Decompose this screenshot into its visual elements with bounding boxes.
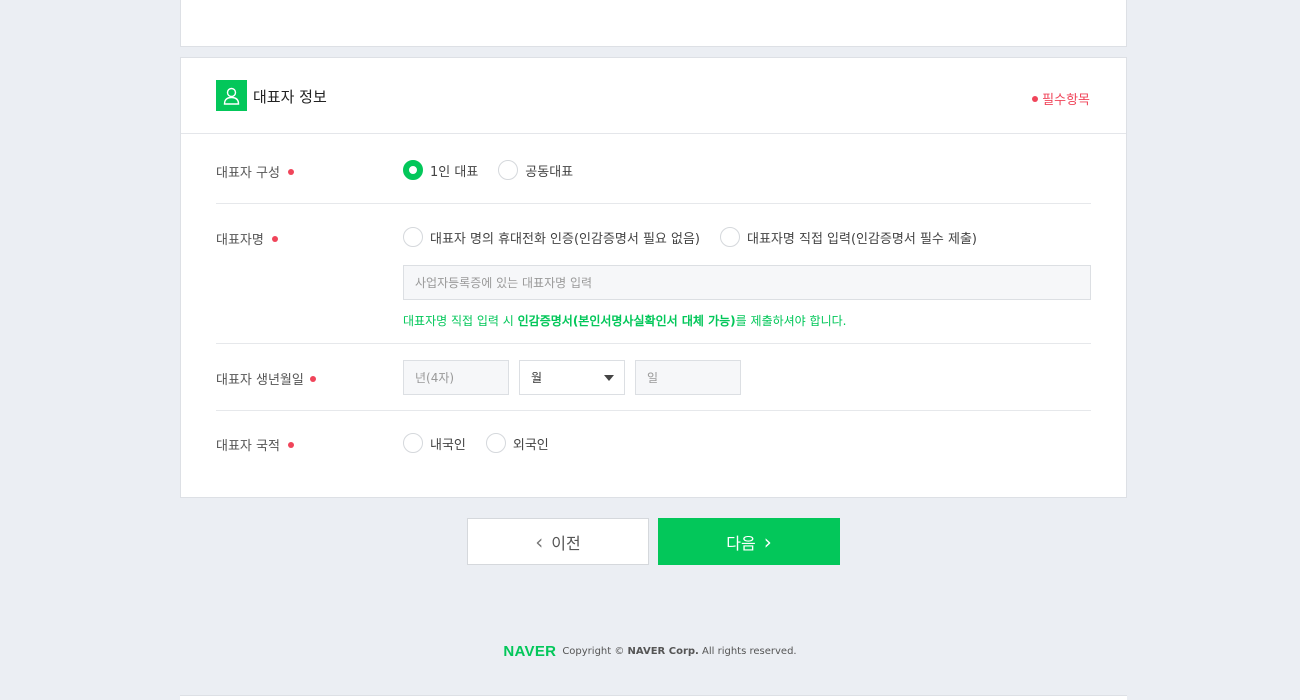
required-dot — [309, 375, 316, 382]
name-label-text: 대표자명 — [216, 233, 264, 248]
representative-name-input[interactable]: 사업자등록증에 있는 대표자명 입력 — [403, 265, 1091, 300]
radio-label: 공동대표 — [525, 164, 574, 180]
copyright-text: Copyright © — [562, 646, 625, 657]
radio-direct-input[interactable]: 대표자명 직접 입력(인감증명서 필수 제출) — [720, 227, 977, 247]
radio-label: 외국인 — [512, 437, 549, 453]
radio-foreign[interactable]: 외국인 — [485, 433, 549, 453]
corp-name: NAVER Corp. — [627, 646, 699, 657]
divider — [216, 343, 1091, 344]
radio-label: 대표자 명의 휴대전화 인증(인감증명서 필요 없음) — [430, 231, 701, 247]
next-button[interactable]: 다음 › — [658, 518, 840, 565]
month-value: 월 — [531, 371, 543, 385]
required-dot — [1032, 95, 1039, 102]
previous-button[interactable]: ‹ 이전 — [467, 518, 649, 565]
radio-phone-verification[interactable]: 대표자 명의 휴대전화 인증(인감증명서 필요 없음) — [403, 227, 700, 247]
composition-radio-group: 1인 대표 공동대표 — [403, 160, 593, 180]
radio-unchecked-icon[interactable] — [403, 227, 423, 247]
radio-unchecked-icon[interactable] — [485, 433, 506, 453]
previous-button-label: 이전 — [551, 533, 581, 553]
radio-domestic[interactable]: 내국인 — [403, 433, 466, 453]
required-note-text: 필수항목 — [1042, 93, 1090, 108]
next-button-label: 다음 — [726, 533, 756, 553]
radio-label: 내국인 — [430, 437, 466, 453]
divider — [216, 203, 1091, 204]
notice-prefix: 대표자명 직접 입력 시 — [403, 314, 518, 328]
notice-emphasis: 인감증명서(본인서명사실확인서 대체 가능) — [517, 314, 736, 328]
radio-label: 대표자명 직접 입력(인감증명서 필수 제출) — [747, 231, 978, 247]
nationality-label: 대표자 국적 — [216, 435, 294, 454]
radio-joint-representative[interactable]: 공동대표 — [498, 160, 573, 180]
notice-suffix: 를 제출하셔야 합니다. — [735, 314, 847, 328]
radio-unchecked-icon[interactable] — [403, 433, 423, 453]
year-placeholder: 년(4자) — [415, 371, 455, 385]
chevron-left-icon: ‹ — [535, 529, 544, 554]
composition-label-text: 대표자 구성 — [216, 166, 280, 181]
radio-label: 1인 대표 — [430, 164, 479, 180]
previous-section-card — [180, 0, 1127, 47]
name-radio-group: 대표자 명의 휴대전화 인증(인감증명서 필요 없음) 대표자명 직접 입력(인… — [403, 227, 997, 247]
birth-day-input[interactable]: 일 — [635, 360, 741, 395]
representative-info-card: 대표자 정보 필수항목 대표자 구성 1인 대표 공동대표 대표자명 대표자 명… — [180, 57, 1127, 498]
day-placeholder: 일 — [647, 371, 659, 385]
chevron-down-icon — [604, 374, 614, 381]
section-header: 대표자 정보 필수항목 — [181, 58, 1126, 134]
birth-month-select[interactable]: 월 — [519, 360, 625, 395]
rights-text: All rights reserved. — [702, 646, 797, 657]
required-dot — [287, 168, 294, 175]
footer: NAVER Copyright © NAVER Corp. All rights… — [0, 643, 1300, 660]
birth-label-text: 대표자 생년월일 — [216, 373, 304, 388]
radio-unchecked-icon[interactable] — [498, 160, 519, 180]
seal-certificate-notice: 대표자명 직접 입력 시 인감증명서(본인서명사실확인서 대체 가능)를 제출하… — [403, 312, 846, 329]
next-section-card — [180, 695, 1127, 700]
radio-checked-icon[interactable] — [403, 160, 423, 180]
naver-logo[interactable]: NAVER — [503, 643, 556, 660]
user-icon — [216, 80, 247, 111]
birth-label: 대표자 생년월일 — [216, 369, 316, 388]
composition-label: 대표자 구성 — [216, 162, 294, 181]
nationality-label-text: 대표자 국적 — [216, 439, 280, 454]
section-title: 대표자 정보 — [253, 88, 327, 106]
birth-year-input[interactable]: 년(4자) — [403, 360, 509, 395]
radio-unchecked-icon[interactable] — [720, 227, 741, 247]
required-dot — [271, 235, 278, 242]
required-note: 필수항목 — [1032, 89, 1090, 108]
input-placeholder: 사업자등록증에 있는 대표자명 입력 — [415, 276, 593, 290]
radio-single-representative[interactable]: 1인 대표 — [403, 160, 478, 180]
required-dot — [287, 441, 294, 448]
nationality-radio-group: 내국인 외국인 — [403, 433, 569, 453]
name-label: 대표자명 — [216, 229, 278, 248]
divider — [216, 410, 1091, 411]
chevron-right-icon: › — [763, 529, 772, 554]
